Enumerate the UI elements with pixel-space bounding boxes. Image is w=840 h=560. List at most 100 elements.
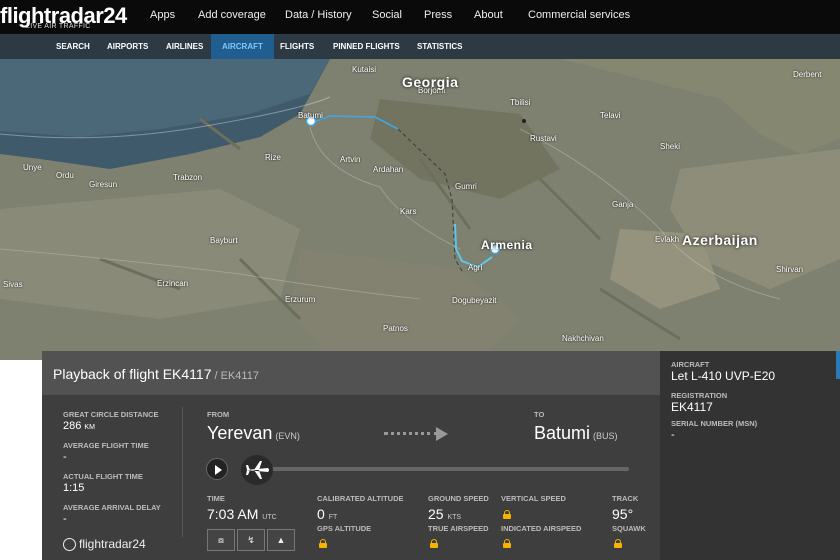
subnav-airports[interactable]: AIRPORTS bbox=[96, 34, 159, 59]
from-label: FROM bbox=[207, 410, 230, 419]
map-label: Sivas bbox=[3, 280, 23, 289]
map-label: Bayburt bbox=[210, 236, 238, 245]
avg-flight-time-value: - bbox=[63, 451, 67, 463]
time-label: TIME bbox=[207, 494, 225, 503]
map-label: Rize bbox=[265, 153, 282, 162]
to-label: TO bbox=[534, 410, 545, 419]
playback-panel: Playback of flight EK4117/ EK4117 GREAT … bbox=[42, 351, 660, 560]
topnav-social[interactable]: Social bbox=[372, 9, 402, 21]
map-label: Agri bbox=[468, 263, 483, 272]
vertical-speed-label: VERTICAL SPEED bbox=[501, 494, 566, 503]
panel-title-sub: / EK4117 bbox=[214, 370, 259, 382]
map-label: Sheki bbox=[660, 142, 681, 151]
map-label: Tbilisi bbox=[510, 98, 531, 107]
calibrated-altitude-value: 0 FT bbox=[317, 506, 338, 522]
ground-speed-value: 25 KTS bbox=[428, 506, 462, 522]
map-label: Dogubeyazit bbox=[452, 296, 497, 305]
top-bar: flightradar24 LIVE AIR TRAFFIC Apps Add … bbox=[0, 0, 840, 34]
msn-label: SERIAL NUMBER (MSN) bbox=[671, 419, 758, 428]
lock-icon[interactable] bbox=[503, 539, 511, 548]
map-label: Ganja bbox=[612, 200, 634, 209]
graph-icon: ▲ bbox=[276, 535, 286, 545]
avg-arrival-delay-label: AVERAGE ARRIVAL DELAY bbox=[63, 503, 161, 512]
topnav-press[interactable]: Press bbox=[424, 9, 452, 21]
play-icon bbox=[215, 465, 222, 475]
compress-icon: ⧇ bbox=[218, 535, 224, 545]
subnav-aircraft[interactable]: AIRCRAFT bbox=[211, 34, 274, 59]
lock-icon[interactable] bbox=[614, 539, 622, 548]
from-airport[interactable]: Yerevan (EVN) bbox=[207, 423, 300, 444]
fr24-watermark: flightradar24 bbox=[63, 537, 146, 552]
map-label: Trabzon bbox=[173, 173, 203, 182]
true-airspeed-label: TRUE AIRSPEED bbox=[428, 524, 489, 533]
registration-label: REGISTRATION bbox=[671, 391, 728, 400]
route-toggle-button[interactable]: ↯ bbox=[237, 529, 265, 551]
map-label: Batumi bbox=[298, 111, 323, 120]
direction-arrow-icon bbox=[384, 427, 454, 441]
play-button[interactable] bbox=[206, 458, 228, 480]
map-label: Shirvan bbox=[776, 265, 804, 274]
lock-icon[interactable] bbox=[503, 510, 511, 519]
gc-distance-value: 286 KM bbox=[63, 420, 95, 432]
map-label: Erzincan bbox=[157, 279, 189, 288]
panel-title: Playback of flight EK4117/ EK4117 bbox=[53, 366, 259, 382]
panel-header: Playback of flight EK4117/ EK4117 bbox=[42, 351, 660, 395]
indicated-airspeed-label: INDICATED AIRSPEED bbox=[501, 524, 582, 533]
scrollbar[interactable] bbox=[836, 351, 840, 379]
route-icon: ↯ bbox=[247, 535, 255, 545]
aircraft-info-panel: AIRCRAFT Let L-410 UVP-E20 REGISTRATION … bbox=[660, 351, 840, 560]
track-value: 95° bbox=[612, 506, 634, 522]
divider bbox=[182, 407, 183, 537]
flight-map[interactable]: Kutaisi Batumi Tbilisi Trabzon Giresun O… bbox=[0, 59, 840, 360]
topnav-data-history[interactable]: Data / History bbox=[285, 9, 352, 21]
left-white-strip bbox=[0, 360, 42, 560]
topnav-commercial-services[interactable]: Commercial services bbox=[528, 9, 630, 21]
to-airport[interactable]: Batumi (BUS) bbox=[534, 423, 618, 444]
avg-flight-time-label: AVERAGE FLIGHT TIME bbox=[63, 441, 149, 450]
map-label: Ordu bbox=[56, 171, 74, 180]
subnav-pinned-flights[interactable]: PINNED FLIGHTS bbox=[322, 34, 411, 59]
msn-value: - bbox=[671, 429, 675, 441]
aircraft-label: AIRCRAFT bbox=[671, 360, 710, 369]
gps-altitude-label: GPS ALTITUDE bbox=[317, 524, 372, 533]
country-label-azerbaijan: Azerbaijan bbox=[682, 232, 758, 248]
map-terrain bbox=[0, 59, 840, 360]
map-label: Patnos bbox=[383, 324, 408, 333]
lock-icon[interactable] bbox=[319, 539, 327, 548]
country-label-armenia: Armenia bbox=[481, 238, 533, 252]
map-label: Artvin bbox=[340, 155, 361, 164]
map-label: Rustavi bbox=[530, 134, 557, 143]
topnav-add-coverage[interactable]: Add coverage bbox=[198, 9, 266, 21]
sub-nav-bar: SEARCH AIRPORTS AIRLINES AIRCRAFT FLIGHT… bbox=[0, 34, 840, 59]
map-label: Telavi bbox=[600, 111, 621, 120]
map-label: Nakhchivan bbox=[562, 334, 604, 343]
map-label: Gumri bbox=[455, 182, 477, 191]
subnav-flights[interactable]: FLIGHTS bbox=[269, 34, 325, 59]
map-label: Kars bbox=[400, 207, 417, 216]
country-label-georgia: Georgia bbox=[402, 74, 459, 90]
registration-value[interactable]: EK4117 bbox=[671, 400, 713, 414]
map-view-toggle-button[interactable]: ⧇ bbox=[207, 529, 235, 551]
map-label: Derbent bbox=[793, 70, 822, 79]
map-label: Giresun bbox=[89, 180, 118, 189]
topnav-about[interactable]: About bbox=[474, 9, 503, 21]
avg-arrival-delay-value: - bbox=[63, 513, 67, 525]
subnav-airlines[interactable]: AIRLINES bbox=[155, 34, 214, 59]
brand-tagline: LIVE AIR TRAFFIC bbox=[26, 23, 91, 30]
graph-toggle-button[interactable]: ▲ bbox=[267, 529, 295, 551]
map-label: Erzurum bbox=[285, 295, 316, 304]
map-label: Kutaisi bbox=[352, 65, 377, 74]
topnav-apps[interactable]: Apps bbox=[150, 9, 175, 21]
track-label: TRACK bbox=[612, 494, 639, 503]
actual-flight-time-value: 1:15 bbox=[63, 482, 85, 494]
subnav-search[interactable]: SEARCH bbox=[45, 34, 101, 59]
aircraft-value[interactable]: Let L-410 UVP-E20 bbox=[671, 369, 775, 383]
map-label: Unye bbox=[23, 163, 42, 172]
gc-distance-label: GREAT CIRCLE DISTANCE bbox=[63, 410, 159, 419]
subnav-statistics[interactable]: STATISTICS bbox=[406, 34, 473, 59]
lock-icon[interactable] bbox=[430, 539, 438, 548]
squawk-label: SQUAWK bbox=[612, 524, 646, 533]
actual-flight-time-label: ACTUAL FLIGHT TIME bbox=[63, 472, 143, 481]
playback-track[interactable] bbox=[242, 467, 629, 471]
plane-icon[interactable] bbox=[241, 455, 273, 485]
